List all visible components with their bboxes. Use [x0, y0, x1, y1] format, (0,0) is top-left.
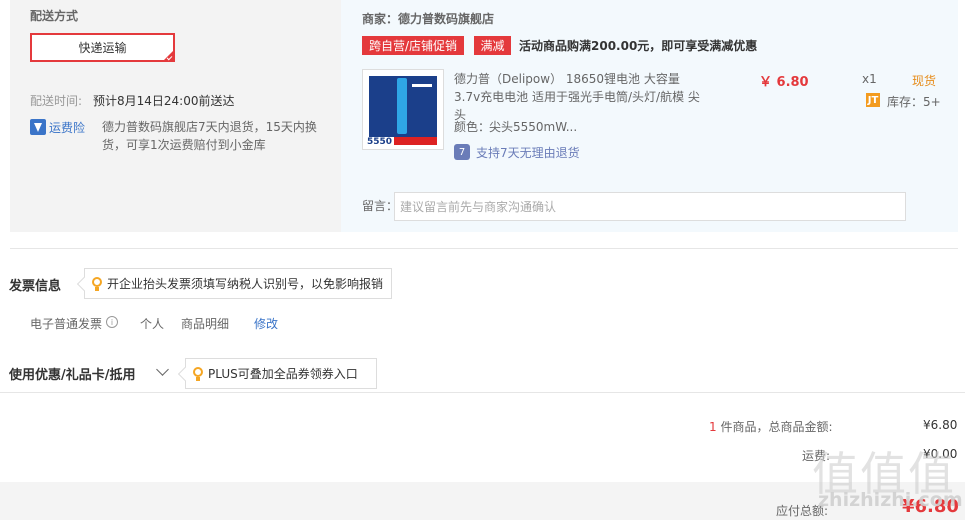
lightbulb-icon	[192, 366, 204, 381]
invoice-type: 电子普通发票	[30, 317, 103, 331]
seven-day-return-link[interactable]: 支持7天无理由退货	[476, 144, 580, 161]
color-value: 尖头5550mW...	[489, 120, 578, 134]
product-image[interactable]: 5550	[362, 69, 444, 150]
coupon-toggle[interactable]: 使用优惠/礼品卡/抵用	[9, 364, 136, 383]
discount-tag: 满减	[474, 36, 511, 55]
invoice-tip-text: 开企业抬头发票须填写纳税人识别号，以免影响报销	[107, 277, 384, 291]
item-count: 1	[709, 420, 717, 434]
plus-coupon-tip[interactable]: PLUS可叠加全品券领券入口	[177, 358, 377, 389]
shield-icon	[30, 119, 46, 135]
product-price: ￥ 6.80	[759, 75, 809, 90]
delivery-time-value: 预计8月14日24:00前送达	[93, 94, 235, 108]
goods-total-label: 1 件商品，总商品金额:	[709, 418, 833, 435]
goods-total-suffix: 件商品，总商品金额:	[716, 420, 833, 434]
invoice-party: 个人	[140, 317, 165, 331]
invoice-edit-link[interactable]: 修改	[254, 315, 278, 332]
info-icon[interactable]: i	[106, 316, 118, 328]
freight-insurance-link[interactable]: 运费险	[49, 119, 85, 136]
express-shipping-button[interactable]: 快递运输	[30, 33, 175, 62]
promo-tag: 跨自营/店铺促销	[362, 36, 464, 55]
stock-status: 现货	[912, 74, 937, 88]
product-quantity: x1	[862, 72, 877, 86]
jd-logistics-icon: JT	[866, 93, 880, 107]
stock-count: 库存：5+	[887, 95, 941, 109]
lightbulb-icon	[91, 276, 103, 291]
battery-shape	[397, 78, 407, 134]
product-image-label: 5550	[365, 137, 395, 147]
invoice-title: 发票信息	[9, 279, 62, 294]
divider	[10, 248, 958, 249]
package-red-band	[393, 137, 437, 145]
tip-arrow	[76, 276, 92, 292]
invoice-content: 商品明细	[181, 317, 230, 331]
plus-coupon-text: PLUS可叠加全品券领券入口	[208, 367, 358, 381]
tip-arrow	[177, 366, 193, 382]
seven-day-return-icon: 7	[454, 144, 470, 160]
chevron-down-icon[interactable]	[156, 363, 169, 376]
divider	[0, 392, 965, 393]
goods-total-value: ¥6.80	[923, 418, 958, 432]
product-name-link[interactable]: 德力普（Delipow） 18650锂电池 大容量3.7v充电电池 适用于强光手…	[454, 70, 704, 124]
color-label: 颜色：	[454, 120, 491, 134]
shipping-title: 配送方式	[30, 9, 79, 23]
promo-text: 活动商品购满200.00元，即可享受满减优惠	[519, 39, 758, 53]
watermark-text: zhizhizhi.com	[818, 489, 963, 511]
seller-name: 商家：德力普数码旗舰店	[362, 12, 495, 26]
freight-insurance-desc: 德力普数码旗舰店7天内退货，15天内换货，可享1次运费赔付到小金库	[102, 120, 317, 152]
package-stripe	[412, 84, 432, 87]
message-label: 留言：	[362, 199, 399, 213]
shipping-method-label: 快递运输	[78, 41, 127, 55]
delivery-time-label: 配送时间:	[30, 94, 83, 108]
invoice-tip: 开企业抬头发票须填写纳税人识别号，以免影响报销	[76, 268, 392, 299]
message-input[interactable]	[394, 192, 906, 221]
